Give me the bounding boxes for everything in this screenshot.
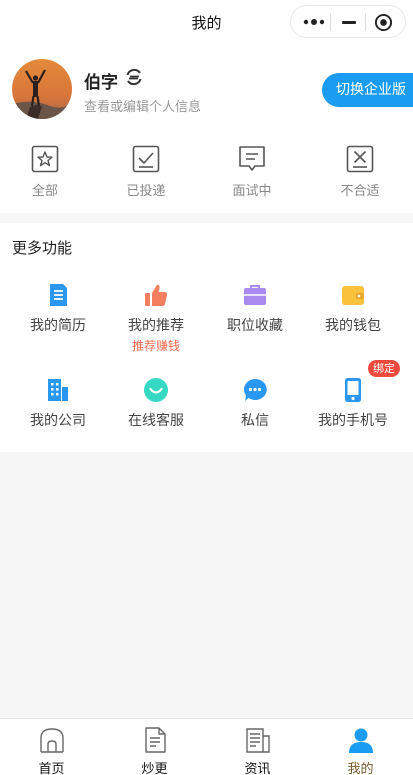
job-favorites[interactable]: 职位收藏 bbox=[205, 282, 305, 335]
function-label: 私信 bbox=[241, 413, 269, 429]
status-label: 面试中 bbox=[232, 184, 272, 199]
function-label: 我的钱包 bbox=[325, 318, 381, 334]
recommend-earn-text: 推荐赚钱 bbox=[131, 339, 180, 353]
phone-icon bbox=[345, 378, 361, 402]
check-box-icon bbox=[132, 145, 160, 173]
capsule-divider bbox=[365, 14, 366, 31]
tab-label: 炒更 bbox=[141, 762, 168, 775]
mini-program-capsule bbox=[290, 5, 406, 38]
briefcase-icon bbox=[244, 285, 266, 305]
status-all[interactable]: 全部 bbox=[0, 144, 90, 199]
bind-badge[interactable]: 绑定 bbox=[368, 360, 400, 377]
user-name[interactable]: 伯字 bbox=[84, 68, 118, 93]
chat-bubble-icon bbox=[239, 146, 265, 171]
my-phone-number[interactable]: 我的手机号 bbox=[303, 377, 403, 430]
tab-chaogeng[interactable]: 炒更 bbox=[103, 719, 206, 775]
tab-home[interactable]: 首页 bbox=[0, 719, 103, 775]
section-title: 更多功能 bbox=[12, 239, 73, 257]
function-label: 我的公司 bbox=[30, 413, 86, 429]
message-icon bbox=[243, 378, 267, 401]
status-label: 全部 bbox=[31, 184, 58, 199]
tab-news[interactable]: 资讯 bbox=[206, 719, 309, 775]
edit-profile-hint[interactable]: 查看或编辑个人信息 bbox=[84, 96, 201, 115]
tab-label: 我的 bbox=[347, 762, 374, 775]
tab-label: 资讯 bbox=[244, 762, 271, 775]
status-unsuitable[interactable]: 不合适 bbox=[315, 144, 405, 199]
switch-identity-icon[interactable] bbox=[124, 67, 144, 87]
status-label: 已投递 bbox=[126, 184, 166, 199]
document-icon bbox=[144, 727, 166, 753]
status-label: 不合适 bbox=[340, 184, 380, 199]
my-recommend[interactable]: 我的推荐 推荐赚钱 bbox=[106, 282, 206, 354]
profile-header: 我的 伯字 查看或编辑个人信息 切换企业版 全部 已投递 面试中 不合适 bbox=[0, 0, 413, 213]
status-delivered[interactable]: 已投递 bbox=[101, 144, 191, 199]
resume-icon bbox=[50, 284, 67, 306]
tab-mine[interactable]: 我的 bbox=[309, 719, 412, 775]
status-interviewing[interactable]: 面试中 bbox=[207, 144, 297, 199]
switch-enterprise-button[interactable]: 切换企业版 bbox=[322, 73, 413, 107]
function-label: 职位收藏 bbox=[227, 318, 283, 334]
home-icon bbox=[39, 728, 64, 753]
minimize-icon[interactable] bbox=[342, 21, 356, 24]
close-target-icon[interactable] bbox=[374, 13, 393, 32]
title-bar: 我的 bbox=[0, 0, 413, 44]
online-service[interactable]: 在线客服 bbox=[106, 377, 206, 430]
news-icon bbox=[245, 728, 270, 753]
capsule-divider bbox=[330, 14, 331, 31]
thumbs-up-icon bbox=[145, 284, 168, 306]
my-company[interactable]: 我的公司 bbox=[8, 377, 108, 430]
tab-label: 首页 bbox=[38, 762, 65, 775]
star-icon bbox=[31, 145, 59, 173]
my-wallet[interactable]: 我的钱包 bbox=[303, 282, 403, 335]
bottom-tab-bar: 首页 炒更 资讯 我的 bbox=[0, 718, 413, 775]
smile-icon bbox=[144, 378, 168, 402]
private-message[interactable]: 私信 bbox=[205, 377, 305, 430]
x-box-icon bbox=[346, 145, 374, 173]
more-functions-section: 更多功能 我的简历 我的推荐 推荐赚钱 职位收藏 我的钱包 我的公司 在线客服 … bbox=[0, 223, 413, 452]
function-label: 我的简历 bbox=[30, 318, 86, 334]
function-label: 我的推荐 bbox=[128, 318, 184, 334]
wallet-icon bbox=[342, 286, 364, 305]
user-icon bbox=[348, 728, 373, 753]
avatar[interactable] bbox=[12, 59, 72, 119]
function-label: 在线客服 bbox=[128, 413, 184, 429]
building-icon bbox=[48, 379, 68, 401]
more-dots-icon[interactable] bbox=[303, 16, 325, 28]
function-label: 我的手机号 bbox=[318, 413, 388, 429]
my-resume[interactable]: 我的简历 bbox=[8, 282, 108, 335]
